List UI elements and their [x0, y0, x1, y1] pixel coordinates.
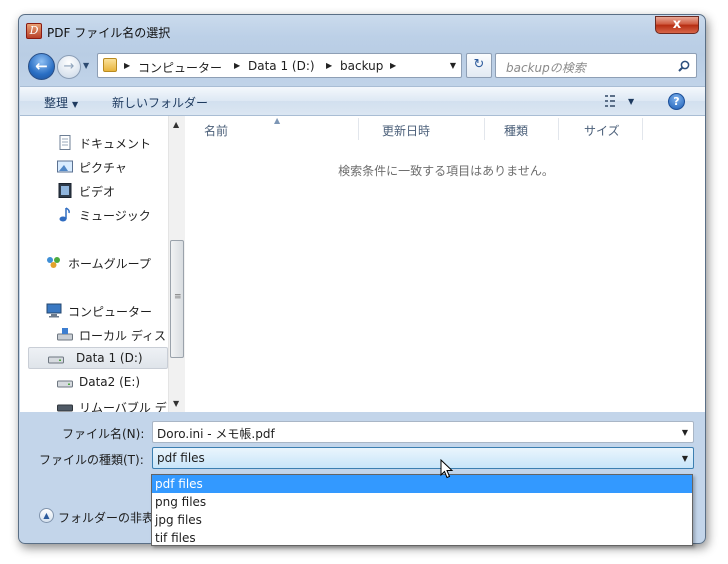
nav-item-removable[interactable]: リムーバブル デ: [57, 396, 167, 412]
column-header-size[interactable]: サイズ: [566, 116, 646, 142]
scrollbar-thumb[interactable]: ≡: [170, 240, 184, 358]
new-folder-button[interactable]: 新しいフォルダー: [112, 94, 208, 111]
dropdown-option-jpg[interactable]: jpg files: [152, 511, 692, 529]
nav-item-music[interactable]: ミュージック: [57, 204, 167, 226]
refresh-button[interactable]: ↻: [466, 53, 492, 78]
dropdown-option-pdf[interactable]: pdf files: [152, 475, 692, 493]
column-divider[interactable]: [358, 118, 359, 140]
nav-label: コンピューター: [68, 305, 153, 319]
column-label: サイズ: [584, 124, 620, 138]
dropdown-option-tif[interactable]: tif files: [152, 529, 692, 547]
filetype-value: pdf files: [157, 451, 205, 465]
breadcrumb-chevron-right-icon[interactable]: ▶: [124, 61, 130, 70]
view-chevron-down-icon[interactable]: ▼: [628, 97, 634, 106]
folder-icon: [103, 58, 117, 72]
nav-pane-scrollbar[interactable]: ▲ ≡ ▼: [168, 116, 185, 412]
search-icon[interactable]: [678, 60, 690, 72]
file-list: 名前 ▲ 更新日時 種類 サイズ 検索条件に一致する項目はありません。: [186, 116, 705, 412]
nav-item-local-disk[interactable]: ローカル ディス: [57, 324, 167, 346]
music-icon: [59, 207, 70, 222]
filename-value: Doro.ini - メモ帳.pdf: [157, 427, 275, 441]
column-label: 名前: [204, 124, 229, 138]
nav-label: ドキュメント: [79, 137, 152, 151]
mouse-cursor-icon: [440, 459, 454, 479]
filetype-select[interactable]: pdf files ▼: [152, 447, 694, 469]
nav-label: ピクチャ: [79, 161, 127, 175]
empty-message: 検索条件に一致する項目はありません。: [338, 164, 554, 178]
removable-drive-icon: [57, 404, 73, 412]
nav-item-videos[interactable]: ビデオ: [57, 180, 167, 202]
window-title: PDF ファイル名の選択: [47, 26, 171, 40]
breadcrumb-data1[interactable]: Data 1 (D:): [248, 59, 315, 73]
search-placeholder: backupの検索: [506, 61, 586, 75]
sort-ascending-icon: ▲: [274, 116, 281, 125]
breadcrumb-chevron-right-icon[interactable]: ▶: [326, 61, 332, 70]
nav-label: ローカル ディス: [79, 329, 166, 343]
nav-item-data2[interactable]: Data2 (E:): [57, 372, 167, 394]
breadcrumb-backup[interactable]: backup: [340, 59, 383, 73]
file-save-dialog: D PDF ファイル名の選択 x ← → ▼ ▶ コンピューター ▶ Data …: [18, 14, 706, 544]
nav-item-computer[interactable]: コンピューター: [46, 300, 167, 322]
documents-icon: [59, 135, 71, 150]
scroll-down-icon[interactable]: ▼: [173, 399, 179, 408]
navigation-bar: ← → ▼ ▶ コンピューター ▶ Data 1 (D:) ▶ backup ▶…: [19, 49, 705, 80]
nav-label: Data 1 (D:): [76, 351, 143, 365]
filename-label: ファイル名(N):: [62, 427, 145, 441]
scroll-up-icon[interactable]: ▲: [173, 120, 179, 129]
breadcrumb-chevron-right-icon[interactable]: ▶: [390, 61, 396, 70]
nav-item-data1[interactable]: Data 1 (D:): [28, 347, 168, 369]
chevron-down-icon[interactable]: ▼: [682, 428, 688, 437]
chevron-down-icon: ▼: [72, 100, 79, 109]
navigation-pane: ドキュメント ピクチャ ビデオ ミュージック ホームグループ コンピューター ロ…: [20, 116, 168, 412]
nav-label: ホームグループ: [68, 257, 151, 271]
dropdown-option-png[interactable]: png files: [152, 493, 692, 511]
title-bar[interactable]: D PDF ファイル名の選択 x: [19, 15, 705, 45]
address-dropdown-chevron-down-icon[interactable]: ▼: [450, 61, 456, 70]
column-divider[interactable]: [484, 118, 485, 140]
column-header-type[interactable]: 種類: [486, 116, 558, 142]
column-label: 種類: [504, 124, 529, 138]
pictures-icon: [57, 160, 73, 173]
column-header-name[interactable]: 名前 ▲: [186, 116, 358, 142]
filename-field[interactable]: Doro.ini - メモ帳.pdf ▼: [152, 421, 694, 443]
column-label: 更新日時: [382, 124, 431, 138]
organize-label: 整理: [44, 96, 69, 110]
computer-icon: [46, 303, 62, 318]
browser-area: ドキュメント ピクチャ ビデオ ミュージック ホームグループ コンピューター ロ…: [20, 116, 705, 412]
column-divider[interactable]: [642, 118, 643, 140]
breadcrumb-chevron-right-icon[interactable]: ▶: [234, 61, 240, 70]
collapse-folders-icon[interactable]: ▲: [39, 508, 54, 523]
videos-icon: [58, 183, 72, 198]
drive-icon: [57, 380, 73, 388]
address-bar[interactable]: ▶ コンピューター ▶ Data 1 (D:) ▶ backup ▶ ▼: [97, 53, 462, 78]
nav-label: ミュージック: [79, 209, 151, 223]
forward-button[interactable]: →: [57, 55, 81, 79]
column-header-date[interactable]: 更新日時: [364, 116, 484, 142]
homegroup-icon: [47, 257, 60, 268]
breadcrumb-computer[interactable]: コンピューター: [138, 59, 222, 76]
app-logo-icon: D: [26, 23, 42, 39]
drive-icon: [48, 356, 64, 364]
back-button[interactable]: ←: [28, 53, 55, 80]
chevron-down-icon[interactable]: ▼: [682, 454, 688, 463]
hide-folders-button[interactable]: フォルダーの非表: [58, 509, 154, 526]
nav-label: ビデオ: [79, 185, 116, 199]
nav-label: リムーバブル デ: [79, 401, 167, 412]
filetype-dropdown-list: pdf files png files jpg files tif files: [151, 474, 693, 546]
organize-button[interactable]: 整理 ▼: [44, 94, 78, 111]
command-toolbar: 整理 ▼ 新しいフォルダー ▼ ?: [20, 86, 705, 116]
close-button[interactable]: x: [655, 16, 699, 34]
nav-item-documents[interactable]: ドキュメント: [57, 132, 167, 154]
grip-icon: ≡: [174, 292, 182, 302]
help-icon[interactable]: ?: [668, 93, 685, 110]
search-input[interactable]: backupの検索: [495, 53, 697, 78]
filetype-label: ファイルの種類(T):: [39, 453, 144, 467]
recent-pages-chevron-down-icon[interactable]: ▼: [83, 61, 89, 70]
nav-item-pictures[interactable]: ピクチャ: [57, 156, 167, 178]
view-options-icon[interactable]: [605, 95, 621, 107]
column-divider[interactable]: [558, 118, 559, 140]
local-disk-icon: [57, 328, 73, 341]
nav-label: Data2 (E:): [79, 375, 141, 389]
nav-item-homegroup[interactable]: ホームグループ: [46, 252, 167, 274]
